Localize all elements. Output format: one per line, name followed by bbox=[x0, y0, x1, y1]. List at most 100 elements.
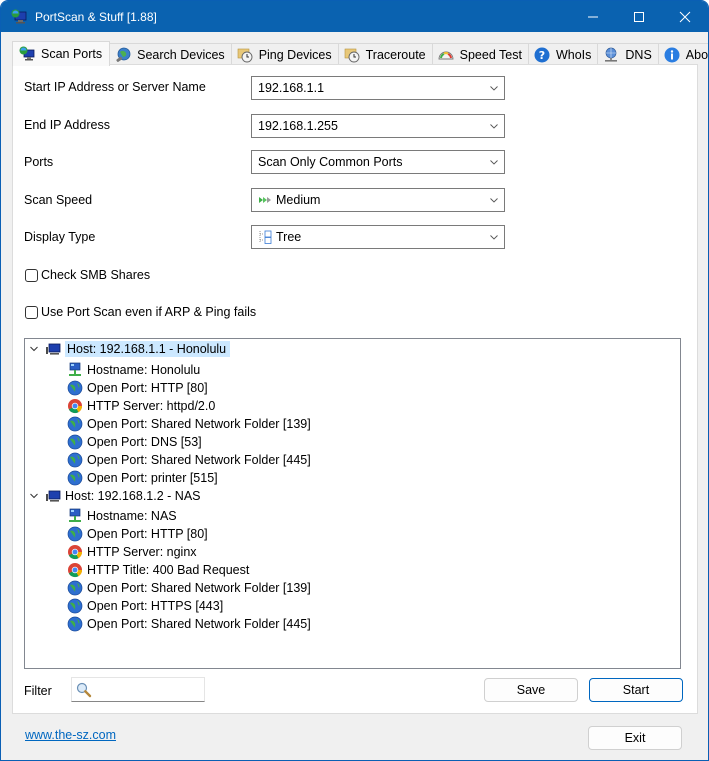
tree-item-label: Open Port: HTTP [80] bbox=[87, 381, 208, 395]
close-button[interactable] bbox=[662, 1, 708, 32]
tab-label: DNS bbox=[625, 47, 652, 62]
tree-item[interactable]: Open Port: Shared Network Folder [139] bbox=[67, 415, 311, 433]
app-window: PortScan & Stuff [1.88] Scan Ports Searc… bbox=[0, 0, 709, 761]
ports-combobox[interactable]: Scan Only Common Ports bbox=[251, 150, 505, 174]
tab-label: WhoIs bbox=[555, 47, 592, 62]
tab-label: About bbox=[685, 47, 709, 62]
close-icon bbox=[679, 11, 691, 22]
maximize-icon bbox=[634, 11, 644, 22]
hostname-icon bbox=[67, 362, 83, 378]
globe-icon bbox=[67, 434, 83, 450]
computer-icon bbox=[45, 341, 61, 357]
svg-text:?: ? bbox=[539, 49, 545, 62]
tree-item[interactable]: Hostname: NAS bbox=[67, 507, 177, 525]
tab-label: Traceroute bbox=[365, 47, 426, 62]
tree-item[interactable]: HTTP Title: 400 Bad Request bbox=[67, 561, 249, 579]
chevron-down-icon bbox=[490, 198, 498, 203]
tree-item-label: Open Port: Shared Network Folder [445] bbox=[87, 617, 311, 631]
clock-folder-icon bbox=[237, 47, 253, 63]
tree-item-label: HTTP Server: httpd/2.0 bbox=[87, 399, 216, 413]
tree-item[interactable]: Open Port: DNS [53] bbox=[67, 433, 202, 451]
tab-scan-ports[interactable]: Scan Ports bbox=[12, 41, 111, 66]
end-ip-combobox[interactable]: 192.168.1.255 bbox=[251, 114, 505, 138]
tree-view-icon bbox=[258, 230, 274, 244]
browser-icon bbox=[67, 544, 83, 560]
tree-item[interactable]: Open Port: HTTPS [443] bbox=[67, 597, 223, 615]
chevron-down-icon[interactable] bbox=[29, 344, 39, 354]
tree-item-label: Open Port: DNS [53] bbox=[87, 435, 202, 449]
minimize-button[interactable] bbox=[570, 1, 616, 32]
tree-item[interactable]: Open Port: Shared Network Folder [445] bbox=[67, 451, 311, 469]
save-button[interactable]: Save bbox=[484, 678, 578, 702]
chevron-down-icon[interactable] bbox=[29, 491, 39, 501]
display-type-label: Display Type bbox=[24, 230, 96, 244]
checkbox-box[interactable] bbox=[25, 268, 38, 282]
tree-host-row[interactable]: Host: 192.168.1.1 - Honolulu bbox=[29, 340, 231, 358]
scan-speed-label: Scan Speed bbox=[24, 193, 93, 207]
checkbox-box[interactable] bbox=[25, 305, 38, 319]
minimize-icon bbox=[588, 16, 598, 17]
tab-search-devices[interactable]: Search Devices bbox=[109, 43, 232, 65]
tree-item-label: HTTP Title: 400 Bad Request bbox=[87, 563, 250, 577]
host-label: Host: 192.168.1.1 - Honolulu bbox=[65, 341, 231, 357]
globe-icon bbox=[67, 452, 83, 468]
network-globe-icon bbox=[603, 47, 619, 63]
start-ip-label: Start IP Address or Server Name bbox=[24, 80, 206, 94]
tab-whois[interactable]: ? WhoIs bbox=[527, 43, 599, 65]
tree-item[interactable]: Open Port: Shared Network Folder [139] bbox=[67, 579, 311, 597]
tree-item[interactable]: Open Port: printer [515] bbox=[67, 469, 218, 487]
maximize-button[interactable] bbox=[616, 1, 662, 32]
force-port-scan-checkbox[interactable]: Use Port Scan even if ARP & Ping fails bbox=[25, 305, 256, 319]
tab-dns[interactable]: DNS bbox=[597, 43, 659, 65]
website-link[interactable]: www.the-sz.com bbox=[25, 728, 116, 742]
tree-item[interactable]: HTTP Server: nginx bbox=[67, 543, 197, 561]
tree-item[interactable]: HTTP Server: httpd/2.0 bbox=[67, 397, 215, 415]
tree-item-label: Open Port: Shared Network Folder [139] bbox=[87, 417, 311, 431]
tree-item[interactable]: Open Port: HTTP [80] bbox=[67, 525, 208, 543]
tab-about[interactable]: About bbox=[657, 43, 709, 65]
check-smb-shares-checkbox[interactable]: Check SMB Shares bbox=[25, 268, 150, 282]
start-ip-combobox[interactable]: 192.168.1.1 bbox=[251, 76, 505, 100]
tab-traceroute[interactable]: Traceroute bbox=[337, 43, 433, 65]
window-title: PortScan & Stuff [1.88] bbox=[35, 9, 157, 24]
tree-item[interactable]: Hostname: Honolulu bbox=[67, 361, 200, 379]
question-icon: ? bbox=[534, 47, 550, 63]
network-computer-icon bbox=[19, 46, 35, 62]
hostname-icon bbox=[67, 508, 83, 524]
end-ip-value: 192.168.1.255 bbox=[258, 119, 338, 133]
title-bar: PortScan & Stuff [1.88] bbox=[1, 1, 708, 32]
ports-value: Scan Only Common Ports bbox=[258, 155, 403, 169]
tree-item[interactable]: Open Port: HTTP [80] bbox=[67, 379, 208, 397]
tree-item-label: Open Port: Shared Network Folder [445] bbox=[87, 453, 311, 467]
browser-icon bbox=[67, 398, 83, 414]
filter-input[interactable] bbox=[71, 677, 205, 702]
info-icon bbox=[664, 47, 680, 63]
start-button[interactable]: Start bbox=[589, 678, 683, 702]
tab-label: Ping Devices bbox=[258, 47, 332, 62]
clock-folder-icon bbox=[344, 47, 360, 63]
scan-ports-panel: Start IP Address or Server Name 192.168.… bbox=[12, 64, 698, 714]
search-icon bbox=[76, 682, 92, 698]
tree-item-label: HTTP Server: nginx bbox=[87, 545, 197, 559]
fast-forward-icon bbox=[258, 193, 274, 207]
tab-label: Speed Test bbox=[459, 47, 522, 62]
tab-label: Scan Ports bbox=[41, 47, 103, 61]
globe-icon bbox=[67, 580, 83, 596]
magnifier-globe-icon bbox=[115, 47, 131, 63]
tree-item[interactable]: Open Port: Shared Network Folder [445] bbox=[67, 615, 311, 633]
display-type-combobox[interactable]: Tree bbox=[251, 225, 505, 249]
globe-icon bbox=[67, 598, 83, 614]
tab-ping-devices[interactable]: Ping Devices bbox=[230, 43, 339, 65]
scan-speed-combobox[interactable]: Medium bbox=[251, 188, 505, 212]
chevron-down-icon bbox=[490, 124, 498, 129]
globe-icon bbox=[67, 526, 83, 542]
start-ip-value: 192.168.1.1 bbox=[258, 81, 325, 95]
tree-item-label: Open Port: HTTPS [443] bbox=[87, 599, 224, 613]
globe-icon bbox=[67, 470, 83, 486]
tab-speed-test[interactable]: Speed Test bbox=[431, 43, 529, 65]
scan-speed-value: Medium bbox=[276, 193, 321, 207]
exit-button[interactable]: Exit bbox=[588, 726, 682, 750]
tree-host-row[interactable]: Host: 192.168.1.2 - NAS bbox=[29, 487, 201, 505]
results-tree[interactable]: Host: 192.168.1.1 - Honolulu Hostname: H… bbox=[24, 338, 681, 669]
app-network-icon bbox=[11, 9, 27, 25]
